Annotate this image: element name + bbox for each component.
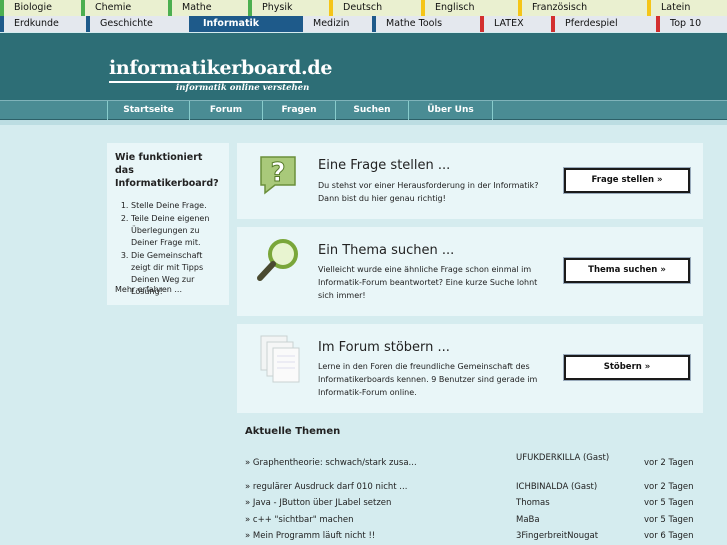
nav-startseite[interactable]: Startseite: [107, 101, 189, 120]
topic-user[interactable]: MaBa: [516, 515, 540, 525]
nav-fragen[interactable]: Fragen: [262, 101, 335, 120]
site-header: informatikerboard.de informatik online v…: [0, 33, 727, 100]
step-item: Teile Deine eigenen Überlegungen zu Dein…: [131, 213, 221, 249]
svg-text:?: ?: [270, 158, 285, 188]
topic-time: vor 5 Tagen: [644, 515, 694, 525]
documents-icon: [255, 334, 301, 383]
topic-link[interactable]: » c++ "sichtbar" machen: [245, 515, 354, 525]
subject-franzoesisch[interactable]: Französisch: [518, 0, 648, 16]
card-text: Vielleicht wurde eine ähnliche Frage sch…: [318, 265, 538, 300]
topic-time: vor 5 Tagen: [644, 498, 694, 508]
recent-topics: Aktuelle Themen » Graphentheorie: schwac…: [245, 426, 705, 541]
topic-link[interactable]: » Graphentheorie: schwach/stark zusa...: [245, 458, 417, 468]
card-text: Lerne in den Foren die freundliche Gemei…: [318, 362, 538, 397]
subject-mathe[interactable]: Mathe: [168, 0, 250, 16]
site-tagline: informatik online verstehen: [176, 83, 310, 93]
site-logo[interactable]: informatikerboard.de: [109, 57, 332, 79]
subject-pferdespiel[interactable]: Pferdespiel: [551, 16, 657, 32]
nav-divider: [492, 101, 493, 120]
nav-ueber-uns[interactable]: Über Uns: [408, 101, 492, 120]
browse-forum-card: Im Forum stöbern ... Lerne in den Foren …: [237, 324, 703, 413]
subject-biologie[interactable]: Biologie: [0, 0, 90, 16]
nav-forum[interactable]: Forum: [189, 101, 262, 120]
subject-latein[interactable]: Latein: [647, 0, 727, 16]
subject-latex[interactable]: LATEX: [480, 16, 553, 32]
subject-bar-top: Biologie Chemie Mathe Physik Deutsch Eng…: [0, 0, 727, 16]
subject-chemie[interactable]: Chemie: [81, 0, 171, 16]
main-nav: Startseite Forum Fragen Suchen Über Uns: [0, 100, 727, 120]
nav-shadow-strip: [0, 120, 727, 125]
subject-mathe-tools[interactable]: Mathe Tools: [372, 16, 480, 32]
subject-englisch[interactable]: Englisch: [421, 0, 518, 16]
topic-user[interactable]: ICHBINALDA (Gast): [516, 482, 597, 492]
topic-link[interactable]: » Mein Programm läuft nicht !!: [245, 531, 375, 541]
topic-time: vor 2 Tagen: [644, 458, 694, 468]
topic-user[interactable]: 3FingerbreitNougat: [516, 531, 598, 541]
subject-medizin[interactable]: Medizin: [299, 16, 372, 32]
card-title: Eine Frage stellen ...: [318, 158, 451, 173]
how-it-works-steps: Stelle Deine Frage. Teile Deine eigenen …: [131, 200, 221, 298]
nav-suchen[interactable]: Suchen: [335, 101, 408, 120]
step-item: Stelle Deine Frage.: [131, 200, 221, 212]
topic-time: vor 6 Tagen: [644, 531, 694, 541]
topic-time: vor 2 Tagen: [644, 482, 694, 492]
subject-bar-bottom: Erdkunde Geschichte Informatik Medizin M…: [0, 16, 727, 32]
question-icon: ?: [255, 151, 301, 197]
subject-top-10[interactable]: Top 10: [656, 16, 727, 32]
topic-user[interactable]: UFUKDERKILLA (Gast): [516, 452, 626, 465]
search-topic-card: Ein Thema suchen ... Vielleicht wurde ei…: [237, 227, 703, 316]
browse-forum-button[interactable]: Stöbern »: [563, 354, 691, 381]
subject-erdkunde[interactable]: Erdkunde: [0, 16, 90, 32]
ask-question-card: ? Eine Frage stellen ... Du stehst vor e…: [237, 143, 703, 219]
topic-user[interactable]: Thomas: [516, 498, 550, 508]
magnifier-icon: [255, 237, 301, 283]
card-text: Du stehst vor einer Herausforderung in d…: [318, 181, 539, 203]
how-it-works-box: Wie funktioniert das Informatikerboard? …: [107, 143, 229, 305]
topic-link[interactable]: » Java - JButton über JLabel setzen: [245, 498, 391, 508]
topic-link[interactable]: » regulärer Ausdruck darf 010 nicht ...: [245, 482, 407, 492]
how-it-works-title: Wie funktioniert das Informatikerboard?: [115, 152, 219, 189]
subject-deutsch[interactable]: Deutsch: [329, 0, 422, 16]
subject-physik[interactable]: Physik: [248, 0, 332, 16]
card-title: Ein Thema suchen ...: [318, 243, 455, 258]
card-title: Im Forum stöbern ...: [318, 340, 450, 355]
recent-topics-title: Aktuelle Themen: [245, 426, 341, 437]
search-topic-button[interactable]: Thema suchen »: [563, 257, 691, 284]
subject-informatik[interactable]: Informatik: [189, 16, 300, 32]
ask-question-button[interactable]: Frage stellen »: [563, 167, 691, 194]
learn-more-link[interactable]: Mehr erfahren ...: [115, 285, 182, 294]
subject-geschichte[interactable]: Geschichte: [86, 16, 190, 32]
